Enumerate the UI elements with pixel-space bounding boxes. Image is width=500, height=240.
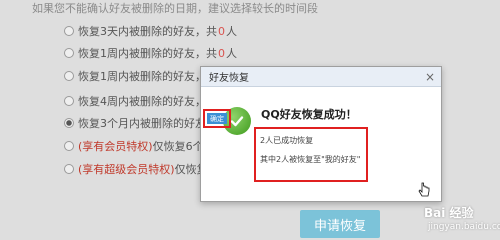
radio-button[interactable] — [64, 26, 74, 36]
radio-button[interactable] — [64, 71, 74, 81]
success-title: QQ好友恢复成功！ — [261, 108, 357, 121]
option-privilege: (享有超级会员特权) — [78, 163, 175, 176]
baidu-jingyan-logo: Bai 经验 — [424, 206, 474, 220]
ok-button-highlight: 确定 — [203, 109, 231, 128]
dialog-body: QQ好友恢复成功！ 2人已成功恢复 其中2人被恢复至"我的好友" — [201, 87, 441, 202]
mouse-cursor-icon — [418, 182, 430, 197]
result-line-2: 其中2人被恢复至"我的好友" — [260, 155, 361, 164]
recover-success-dialog: 好友恢复 × QQ好友恢复成功！ 2人已成功恢复 其中2人被恢复至"我的好友" — [200, 66, 442, 202]
radio-button[interactable] — [64, 164, 74, 174]
option-label: 恢复4周内被删除的好友，共 — [78, 95, 217, 108]
option-label: 恢复1周内被删除的好友，共 — [78, 70, 217, 83]
radio-button[interactable] — [64, 96, 74, 106]
option-count: 0 — [218, 24, 225, 38]
close-icon[interactable]: × — [425, 71, 435, 83]
dialog-title: 好友恢复 — [209, 73, 249, 84]
result-line-1: 2人已成功恢复 — [260, 136, 314, 145]
option-3-days[interactable]: 恢复3天内被删除的好友，共 0 人 — [64, 24, 237, 38]
option-1-week-a[interactable]: 恢复1周内被删除的好友，共 0 人 — [64, 46, 237, 60]
dialog-header: 好友恢复 × — [201, 67, 441, 87]
hint-text: 如果您不能确认好友被删除的日期，建议选择较长的时间段 — [32, 2, 318, 15]
radio-button[interactable] — [64, 48, 74, 58]
option-label: 恢复3天内被删除的好友，共 — [78, 25, 217, 38]
watermark-url: jingyan.baidu.com — [428, 222, 500, 232]
option-suffix: 人 — [226, 47, 237, 60]
option-suffix: 人 — [226, 25, 237, 38]
option-privilege: (享有会员特权) — [78, 140, 153, 153]
option-count: 0 — [218, 46, 225, 60]
result-message-box: 2人已成功恢复 其中2人被恢复至"我的好友" — [254, 127, 368, 182]
ok-button[interactable]: 确定 — [207, 113, 227, 124]
option-label: 恢复1周内被删除的好友，共 — [78, 47, 217, 60]
apply-recover-button[interactable]: 申请恢复 — [300, 210, 380, 238]
radio-button[interactable] — [64, 141, 74, 151]
radio-button-selected[interactable] — [64, 118, 74, 128]
